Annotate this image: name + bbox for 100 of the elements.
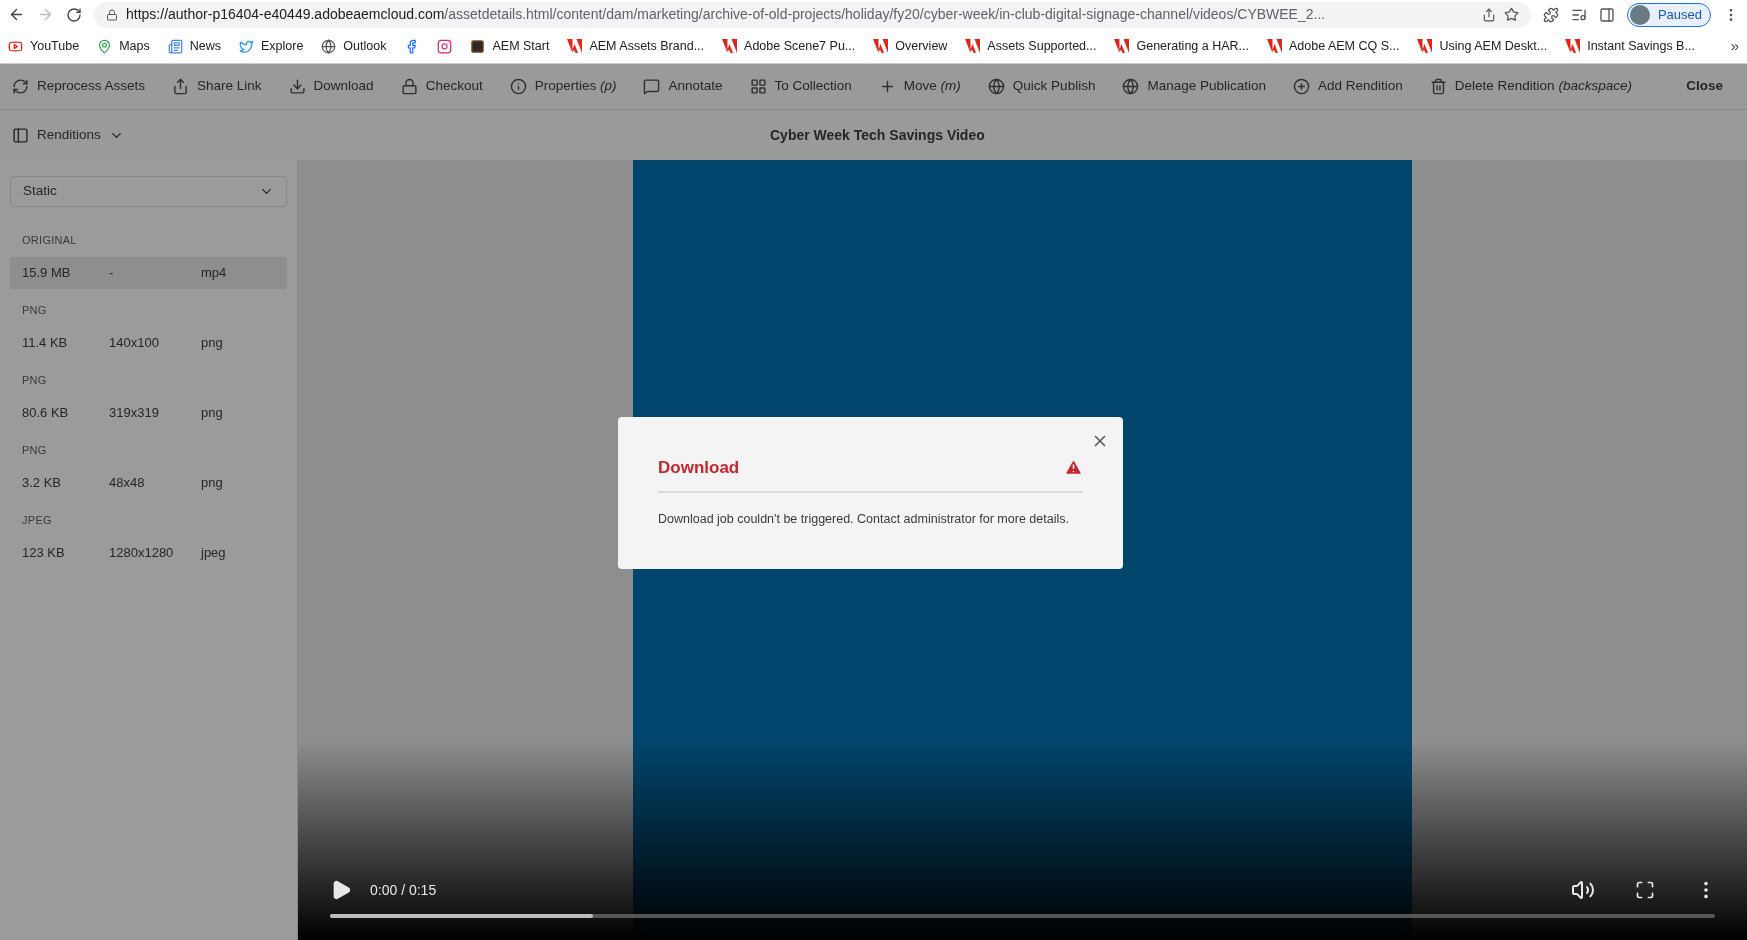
bookmark-link[interactable]: AEM Start (470, 36, 550, 56)
toolbar-button[interactable]: Reprocess Assets (12, 76, 146, 97)
rendition-format: png (201, 334, 223, 353)
more-bookmarks[interactable]: » (1730, 34, 1739, 58)
bookmark-link[interactable]: Assets Supported... (965, 36, 1097, 56)
toolbar-button[interactable]: Manage Publication (1122, 76, 1266, 97)
close-button[interactable]: Close (1686, 76, 1723, 97)
rendition-dimensions: 319x319 (109, 404, 160, 423)
rendition-dimensions: 140x100 (109, 334, 160, 353)
toolbar-button[interactable]: Quick Publish (987, 76, 1096, 97)
bookmark-link[interactable]: Overview (873, 36, 948, 56)
video-time: 0:00 / 0:15 (370, 880, 437, 900)
extensions-icon[interactable] (1542, 6, 1559, 23)
triangle-logo-icon (965, 39, 981, 53)
rendition-row[interactable]: 11.4 KB 140x100 png (10, 327, 287, 359)
address-bar[interactable]: https://author-p16404-e40449.adobeaemcloud.com/assetdetails.html/content/dam/marketing/archive-of-old-projects/holiday/fy20/cyber-week/in-club-digital-signage-channel/videos/CYBWEE_2... (94, 1, 1531, 28)
rendition-size: 80.6 KB (22, 404, 70, 423)
asset-title: Cyber Week Tech Savings Video (770, 125, 985, 145)
globe-icon (321, 38, 337, 54)
rendition-dimensions: 48x48 (109, 474, 146, 493)
rendition-format: jpeg (201, 544, 226, 563)
bookmark-link[interactable]: Explore (238, 36, 304, 56)
grid-plus-icon (749, 78, 767, 95)
side-panel-icon[interactable] (1598, 6, 1615, 23)
bookmark-link[interactable]: Generating a HAR... (1114, 36, 1249, 56)
triangle-logo-icon (567, 39, 583, 53)
rendition-size: 15.9 MB (22, 264, 72, 283)
bookmark-link[interactable]: News (167, 36, 221, 56)
rendition-size: 11.4 KB (22, 334, 69, 353)
rendition-dimensions: - (109, 264, 115, 283)
bookmark-link[interactable]: Using AEM Deskt... (1417, 36, 1548, 56)
url-text: https://author-p16404-e40449.adobeaemcloud.com/assetdetails.html/content/dam/marketing/archive-of-old-projects/holiday/fy20/cyber-week/in-club-digital-signage-channel/videos/CYBWEE_2... (126, 5, 1327, 24)
rendition-dimensions: 1280x1280 (109, 544, 175, 563)
triangle-logo-icon (1267, 39, 1282, 53)
triangle-logo-icon (1565, 39, 1581, 53)
bookmark-link[interactable]: AEM Assets Brand... (567, 36, 705, 56)
toolbar-button[interactable]: Add Rendition (1293, 76, 1403, 97)
bird-icon (238, 38, 254, 54)
rendition-heading: ORIGINAL (21, 232, 78, 248)
newspaper-icon (167, 38, 183, 54)
reload-icon[interactable] (66, 6, 82, 23)
bookmark-link[interactable]: Outlook (321, 36, 387, 56)
rendition-type-select[interactable]: Static (10, 176, 287, 207)
bookmark-link[interactable]: Maps (97, 36, 150, 56)
volume-icon[interactable] (1571, 878, 1595, 902)
plus-circle-icon (1293, 78, 1310, 95)
panel-icon (12, 126, 29, 144)
camera-icon (437, 38, 453, 54)
toolbar-button[interactable]: Share Link (172, 76, 262, 97)
share-icon[interactable] (1481, 7, 1496, 22)
rendition-row[interactable]: 15.9 MB - mp4 (10, 257, 287, 289)
toolbar-button[interactable]: Delete Rendition (backspace) (1429, 76, 1632, 97)
bookmark-link[interactable]: Adobe Scene7 Pu... (722, 36, 856, 56)
trash-icon (1429, 78, 1447, 95)
bookmark-link[interactable]: Adobe AEM CQ S... (1267, 36, 1400, 56)
profile-button[interactable]: Paused (1626, 2, 1711, 27)
triangle-logo-icon (873, 39, 889, 53)
dialog-message: Download job couldn't be triggered. Contact administrator for more details. (658, 510, 1070, 528)
rendition-format: png (201, 474, 223, 493)
rendition-heading: PNG (21, 302, 48, 318)
download-icon (288, 78, 306, 95)
bookmark-link[interactable]: Instant Savings B... (1565, 36, 1695, 56)
comment-icon (643, 78, 661, 95)
dialog-title: Download (658, 457, 740, 479)
rendition-row[interactable]: 123 KB 1280x1280 jpeg (10, 537, 287, 569)
toolbar-button[interactable]: Download (288, 76, 374, 97)
avatar-icon (1629, 4, 1650, 25)
share-icon (172, 78, 190, 95)
fullscreen-icon[interactable] (1635, 880, 1655, 900)
rendition-row[interactable]: 3.2 KB 48x48 png (10, 467, 287, 499)
toolbar-button[interactable]: Checkout (400, 76, 483, 97)
rendition-heading: PNG (21, 372, 48, 388)
lock-icon (400, 78, 418, 95)
globe-icon (987, 78, 1005, 95)
bookmark-link[interactable]: YouTube (8, 36, 80, 56)
square-logo-icon (470, 38, 486, 54)
toolbar-button[interactable]: Move (m) (878, 76, 961, 97)
triangle-logo-icon (1417, 39, 1433, 53)
lock-icon (106, 8, 118, 21)
refresh-icon (12, 78, 29, 95)
rendition-size: 3.2 KB (22, 474, 63, 493)
progress-track[interactable] (330, 914, 1715, 918)
rendition-heading: PNG (21, 442, 48, 458)
back-icon[interactable] (8, 6, 25, 23)
triangle-logo-icon (722, 39, 738, 53)
star-icon[interactable] (1503, 7, 1519, 22)
toolbar-button[interactable]: Annotate (643, 76, 723, 97)
bookmark-link[interactable] (437, 38, 453, 54)
triangle-logo-icon (1114, 39, 1130, 53)
toolbar-button[interactable]: Properties (p) (509, 76, 617, 97)
rendition-row[interactable]: 80.6 KB 319x319 png (10, 397, 287, 429)
info-icon (509, 78, 527, 95)
rendition-format: mp4 (201, 264, 227, 283)
rendition-format: png (201, 404, 223, 423)
rendition-size: 123 KB (22, 544, 66, 563)
toolbar-button[interactable]: To Collection (749, 76, 852, 97)
renditions-toggle[interactable]: Renditions (12, 124, 124, 146)
video-logo-icon (8, 38, 23, 54)
rendition-heading: JPEG (21, 512, 53, 528)
map-pin-icon (97, 38, 113, 54)
